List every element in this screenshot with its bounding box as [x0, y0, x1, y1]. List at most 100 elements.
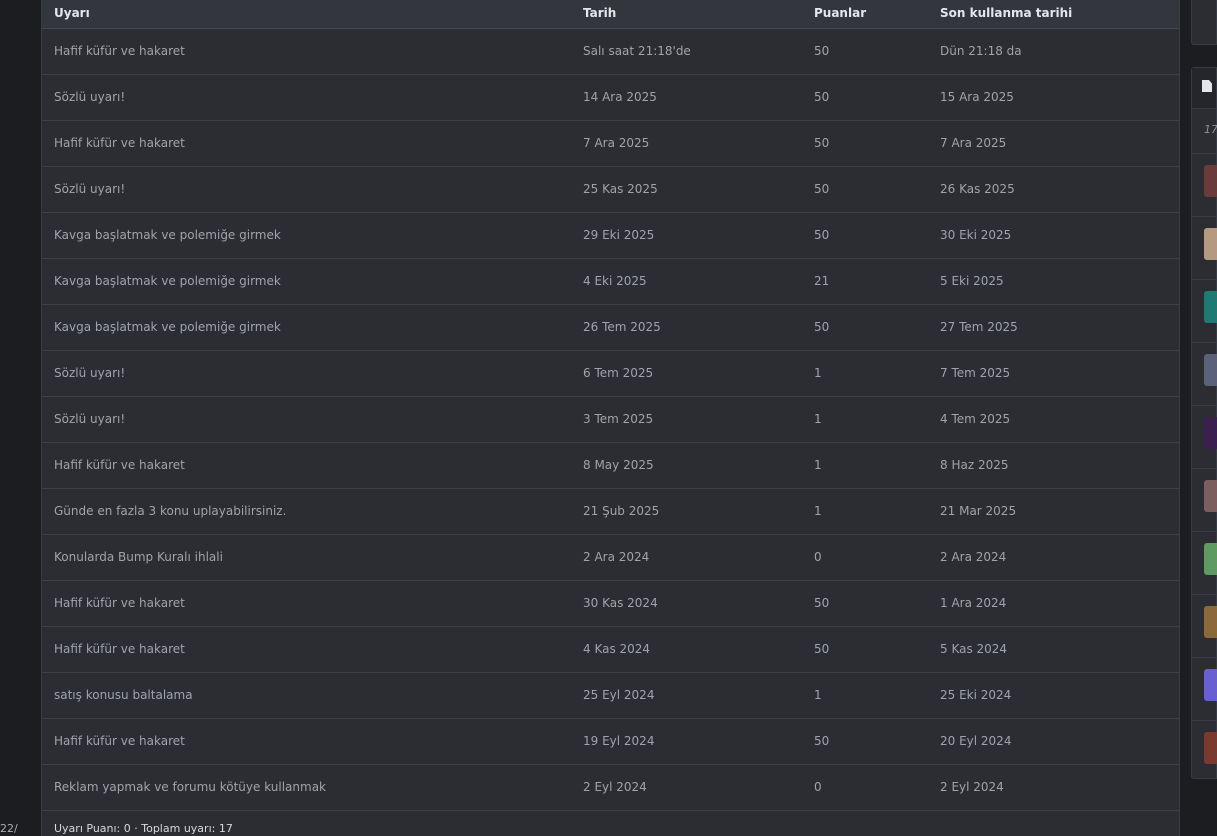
warning-points: 21 [814, 274, 830, 288]
warning-reason[interactable]: Günde en fazla 3 konu uplayabilirsiniz. [54, 504, 286, 518]
warning-date: 19 Eyl 2024 [583, 734, 655, 748]
warning-reason[interactable]: Reklam yapmak ve forumu kötüye kullanmak [54, 780, 326, 794]
warning-reason[interactable]: Hafif küfür ve hakaret [54, 458, 185, 472]
warning-reason[interactable]: Sözlü uyarı! [54, 366, 125, 380]
warning-reason[interactable]: Hafif küfür ve hakaret [54, 596, 185, 610]
table-row[interactable]: Kavga başlatmak ve polemiğe girmek 26 Tem… [42, 305, 1179, 351]
table-row[interactable]: satış konusu baltalama 25 Eyl 2024 1 25 Eki… [42, 673, 1179, 719]
warning-date: 14 Ara 2025 [583, 90, 657, 104]
table-row[interactable]: Kavga başlatmak ve polemiğe girmek 29 Eki… [42, 213, 1179, 259]
warning-expiry: 1 Ara 2024 [940, 596, 1007, 610]
table-row[interactable]: Hafif küfür ve hakaret 4 Kas 2024 50 5 Kas … [42, 627, 1179, 673]
warning-reason[interactable]: Kavga başlatmak ve polemiğe girmek [54, 320, 281, 334]
warning-points: 1 [814, 504, 822, 518]
warning-expiry: 27 Tem 2025 [940, 320, 1018, 334]
table-row[interactable]: Kavga başlatmak ve polemiğe girmek 4 Eki … [42, 259, 1179, 305]
warning-reason[interactable]: Kavga başlatmak ve polemiğe girmek [54, 274, 281, 288]
member-divider [1192, 657, 1216, 658]
warning-reason[interactable]: Konularda Bump Kuralı ihlali [54, 550, 223, 564]
warning-date: 6 Tem 2025 [583, 366, 654, 380]
warning-expiry: 7 Ara 2025 [940, 136, 1007, 150]
warning-points: 50 [814, 90, 830, 104]
header-expiry: Son kullanma tarihi [940, 6, 1073, 20]
member-avatar[interactable] [1204, 669, 1217, 701]
warning-points: 50 [814, 320, 830, 334]
member-avatar[interactable] [1204, 354, 1217, 386]
table-row[interactable]: Sözlü uyarı! 14 Ara 2025 50 15 Ara 2025 [42, 75, 1179, 121]
warning-expiry: 2 Ara 2024 [940, 550, 1007, 564]
warning-reason[interactable]: Sözlü uyarı! [54, 412, 125, 426]
header-date: Tarih [583, 6, 617, 20]
member-divider [1192, 279, 1216, 280]
warning-reason[interactable]: Hafif küfür ve hakaret [54, 136, 185, 150]
warning-date: 25 Eyl 2024 [583, 688, 655, 702]
warning-date: Salı saat 21:18'de [583, 44, 691, 58]
member-avatar[interactable] [1204, 606, 1217, 638]
left-gutter: 22/ [0, 0, 41, 836]
warning-date: 29 Eki 2025 [583, 228, 655, 242]
warning-date: 21 Şub 2025 [583, 504, 660, 518]
warning-reason[interactable]: Hafif küfür ve hakaret [54, 44, 185, 58]
warning-points: 50 [814, 642, 830, 656]
member-avatar[interactable] [1204, 543, 1217, 575]
table-row[interactable]: Hafif küfür ve hakaret Salı saat 21:18'de… [42, 29, 1179, 75]
table-row[interactable]: Hafif küfür ve hakaret 7 Ara 2025 50 7 Ara … [42, 121, 1179, 167]
warning-reason[interactable]: Hafif küfür ve hakaret [54, 642, 185, 656]
member-divider [1192, 405, 1216, 406]
warning-points: 0 [814, 780, 822, 794]
warning-date: 2 Ara 2024 [583, 550, 650, 564]
warning-points: 50 [814, 596, 830, 610]
warning-expiry: 20 Eyl 2024 [940, 734, 1012, 748]
sidebar-widget-header [1192, 68, 1216, 109]
warning-expiry: 2 Eyl 2024 [940, 780, 1004, 794]
warning-date: 26 Tem 2025 [583, 320, 661, 334]
warning-expiry: 5 Eki 2025 [940, 274, 1004, 288]
gutter-text: 22/ [0, 822, 18, 835]
member-avatar[interactable] [1204, 732, 1217, 764]
table-row[interactable]: Günde en fazla 3 konu uplayabilirsiniz. 2… [42, 489, 1179, 535]
warning-expiry: 4 Tem 2025 [940, 412, 1011, 426]
table-row[interactable]: Sözlü uyarı! 6 Tem 2025 1 7 Tem 2025 [42, 351, 1179, 397]
warning-reason[interactable]: Kavga başlatmak ve polemiğe girmek [54, 228, 281, 242]
warning-expiry: 21 Mar 2025 [940, 504, 1017, 518]
header-points: Puanlar [814, 6, 867, 20]
table-row[interactable]: Sözlü uyarı! 25 Kas 2025 50 26 Kas 2025 [42, 167, 1179, 213]
warning-expiry: 7 Tem 2025 [940, 366, 1011, 380]
header-warning: Uyarı [54, 6, 90, 20]
warning-date: 3 Tem 2025 [583, 412, 654, 426]
sidebar-count: 17 [1204, 123, 1217, 136]
warning-points: 1 [814, 366, 822, 380]
warning-points: 1 [814, 458, 822, 472]
warning-date: 8 May 2025 [583, 458, 654, 472]
warning-reason[interactable]: Hafif küfür ve hakaret [54, 734, 185, 748]
warning-reason[interactable]: Sözlü uyarı! [54, 182, 125, 196]
member-avatar[interactable] [1204, 417, 1217, 449]
warning-points: 1 [814, 412, 822, 426]
warning-expiry: 26 Kas 2025 [940, 182, 1015, 196]
table-row[interactable]: Hafif küfür ve hakaret 8 May 2025 1 8 Haz 2… [42, 443, 1179, 489]
member-avatar[interactable] [1204, 165, 1217, 197]
warning-expiry: Dün 21:18 da [940, 44, 1022, 58]
member-avatar[interactable] [1204, 228, 1217, 260]
warning-points: 50 [814, 734, 830, 748]
table-row[interactable]: Sözlü uyarı! 3 Tem 2025 1 4 Tem 2025 [42, 397, 1179, 443]
warning-date: 4 Kas 2024 [583, 642, 651, 656]
warning-date: 25 Kas 2025 [583, 182, 658, 196]
table-row[interactable]: Konularda Bump Kuralı ihlali 2 Ara 2024 0 2… [42, 535, 1179, 581]
warning-date: 30 Kas 2024 [583, 596, 658, 610]
table-row[interactable]: Reklam yapmak ve forumu kötüye kullanmak… [42, 765, 1179, 811]
warning-date: 4 Eki 2025 [583, 274, 647, 288]
warning-expiry: 15 Ara 2025 [940, 90, 1014, 104]
member-divider [1192, 468, 1216, 469]
warning-reason[interactable]: Sözlü uyarı! [54, 90, 125, 104]
warning-points: 1 [814, 688, 822, 702]
document-icon [1202, 80, 1212, 92]
table-row[interactable]: Hafif küfür ve hakaret 30 Kas 2024 50 1 Ara… [42, 581, 1179, 627]
member-avatar[interactable] [1204, 291, 1217, 323]
table-row[interactable]: Hafif küfür ve hakaret 19 Eyl 2024 50 20 Ey… [42, 719, 1179, 765]
member-avatar[interactable] [1204, 480, 1217, 512]
warning-expiry: 8 Haz 2025 [940, 458, 1009, 472]
warning-reason[interactable]: satış konusu baltalama [54, 688, 193, 702]
warnings-panel: Uyarı Tarih Puanlar Son kullanma tarihi … [41, 0, 1180, 836]
sidebar-widget: 17 [1191, 67, 1217, 779]
